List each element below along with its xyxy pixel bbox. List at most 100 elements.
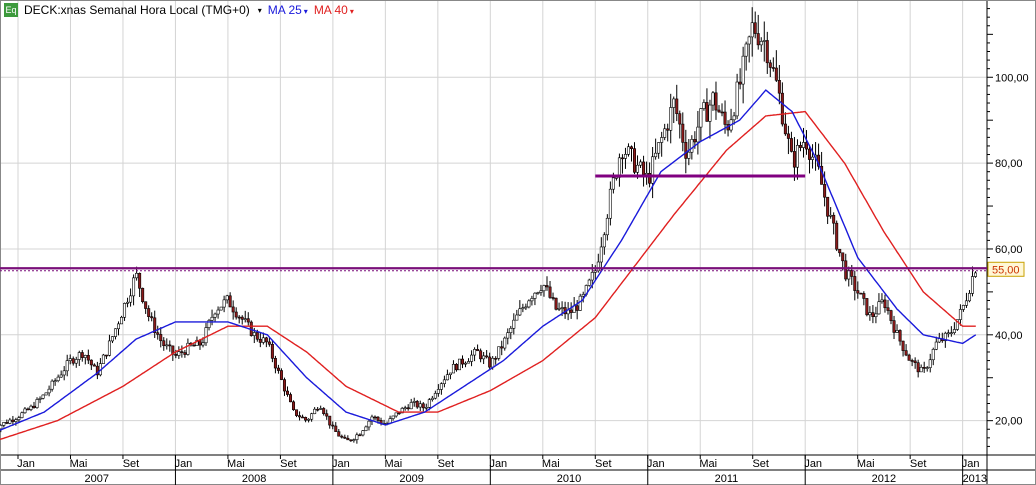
candle-body [596, 261, 600, 272]
candle-body [811, 156, 815, 160]
candle-body [705, 102, 709, 122]
candle-body [497, 346, 501, 359]
candle-body [702, 102, 706, 109]
candle-body [101, 354, 105, 364]
candle-body [116, 323, 120, 330]
candle-body [65, 360, 69, 372]
candle-body [708, 104, 712, 122]
candle-body [285, 390, 289, 395]
candle-body [313, 408, 317, 415]
candle-body [464, 362, 468, 365]
candle-body [551, 297, 555, 299]
candle-body [8, 419, 12, 424]
candle-body [20, 412, 24, 418]
candle-body [213, 313, 217, 318]
x-tick-label: Set [752, 458, 769, 470]
candle-body [521, 307, 525, 310]
year-label: 2010 [557, 473, 581, 485]
candle-body [126, 301, 130, 304]
symbol-title[interactable]: DECK:xnas Semanal Hora Local (TMG+0) [24, 3, 250, 17]
candle-body [759, 41, 763, 46]
title-dropdown-icon[interactable]: ▾ [258, 6, 262, 15]
year-label: 2013 [963, 473, 987, 485]
candle-body [871, 312, 875, 318]
candle-body [967, 293, 971, 302]
candle-body [518, 308, 522, 316]
candle-body [373, 416, 377, 419]
candle-body [141, 287, 145, 303]
candle-body [904, 350, 908, 356]
ma-short-label[interactable]: MA 25 ▾ [268, 3, 308, 17]
ma-short-line [0, 89, 977, 431]
candle-body [77, 352, 81, 360]
candle-body [527, 300, 531, 308]
candle-body [690, 139, 694, 153]
candle-body [488, 356, 492, 368]
stock-chart[interactable]: 20,00 40,00 60,00 80,00 100,00 Jan Mai Set Jan Ma… [0, 0, 1036, 485]
candle-body [439, 383, 443, 390]
candle-body [433, 393, 437, 399]
candle-body [319, 408, 323, 410]
candle-body [44, 392, 48, 396]
ma-long-dropdown-icon[interactable]: ▾ [350, 7, 354, 16]
candle-body [623, 154, 627, 159]
candle-body [71, 358, 75, 364]
year-label: 2011 [715, 473, 739, 485]
candle-body [264, 337, 268, 343]
candle-body [11, 419, 15, 422]
chart-header: Eq DECK:xnas Semanal Hora Local (TMG+0) … [4, 2, 354, 18]
candle-body [916, 362, 920, 373]
candle-body [376, 416, 380, 421]
candle-body [451, 363, 455, 374]
candle-body [168, 344, 172, 347]
candle-body [476, 349, 480, 352]
candle-body [723, 111, 727, 125]
candle-body [216, 309, 220, 315]
candle-body [470, 354, 474, 362]
candle-body [786, 133, 790, 139]
ma-long-label[interactable]: MA 40 ▾ [314, 3, 354, 17]
y-tick-label: 100,00 [995, 72, 1029, 84]
candle-body [92, 364, 96, 367]
ma-short-dropdown-icon[interactable]: ▾ [304, 7, 308, 16]
candle-body [771, 67, 775, 69]
candle-body [252, 332, 256, 336]
candle-body [865, 298, 869, 316]
candle-body [361, 430, 365, 436]
candle-body [832, 214, 836, 224]
candle-body [364, 426, 368, 431]
candle-body [880, 299, 884, 303]
candle-body [608, 188, 612, 219]
candle-body [569, 309, 573, 313]
candle-body [201, 342, 205, 346]
candle-body [660, 137, 664, 143]
candle-body [442, 379, 446, 384]
candle-body [602, 234, 606, 248]
candle-body [907, 354, 911, 361]
candle-body [427, 399, 431, 408]
candle-body [617, 157, 621, 178]
candle-body [651, 156, 655, 184]
candle-body [805, 142, 809, 150]
candle-body [789, 138, 793, 152]
candle-body [467, 361, 471, 364]
candle-body [898, 330, 902, 342]
candle-body [473, 349, 477, 356]
chart-canvas[interactable]: 20,00 40,00 60,00 80,00 100,00 Jan Mai Set Jan Ma… [0, 0, 1036, 485]
candle-body [750, 22, 754, 38]
candle-body [826, 196, 830, 217]
candle-body [295, 409, 299, 416]
candle-body [901, 340, 905, 351]
candle-body [795, 145, 799, 168]
candle-body [774, 67, 778, 81]
candle-body [334, 425, 338, 432]
candle-body [808, 148, 812, 160]
candle-body [732, 115, 736, 121]
candle-body [614, 177, 618, 179]
x-tick-label: Jan [332, 458, 350, 470]
candle-body [403, 407, 407, 410]
candle-body [823, 184, 827, 198]
current-price-label: 55,00 [992, 264, 1020, 276]
candle-body [548, 286, 552, 298]
candle-body [80, 352, 84, 358]
